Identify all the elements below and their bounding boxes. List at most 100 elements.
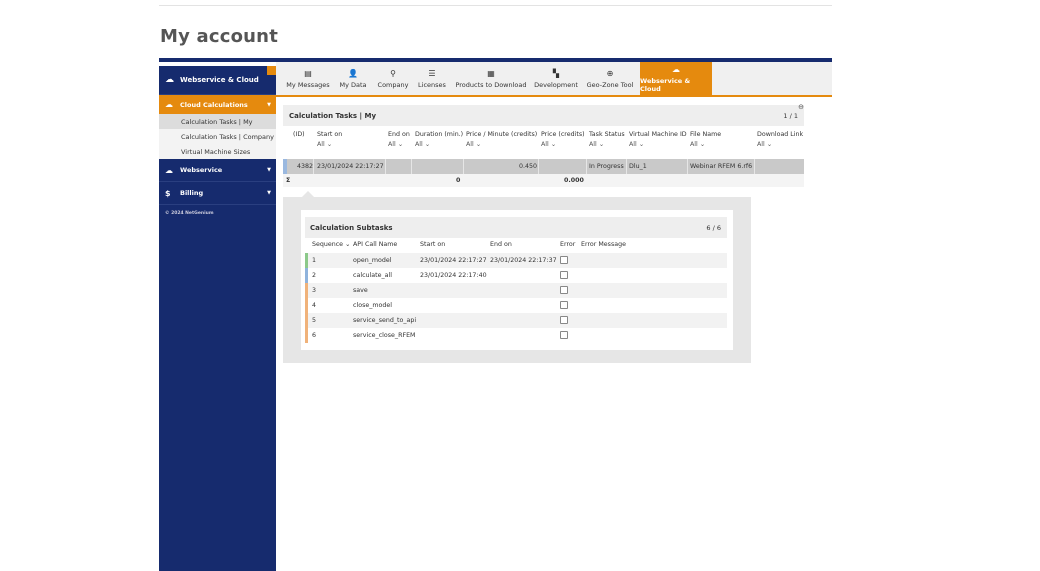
filter-dropdown[interactable]: All ⌄ bbox=[690, 141, 721, 148]
sidebar-subitem-vm-sizes[interactable]: Virtual Machine Sizes bbox=[159, 144, 276, 159]
col-vm-id[interactable]: Virtual Machine ID All ⌄ bbox=[629, 131, 687, 148]
subtasks-count: 6 / 6 bbox=[706, 224, 721, 232]
tab-underline bbox=[276, 95, 832, 97]
col-end-on[interactable]: End on All ⌄ bbox=[388, 131, 410, 148]
tab-licenses[interactable]: ☰ Licenses bbox=[416, 62, 448, 95]
cell-file[interactable]: Webinar RFEM 6.rf6 bbox=[690, 163, 752, 170]
tab-company[interactable]: ⚲ Company bbox=[374, 62, 412, 95]
col-sub-start-on[interactable]: Start on bbox=[420, 241, 445, 248]
tab-development[interactable]: ▚ Development bbox=[534, 62, 578, 95]
row-indicator bbox=[283, 159, 287, 174]
person-money-icon: $ bbox=[165, 188, 171, 198]
sum-price: 0.000 bbox=[564, 177, 584, 184]
col-duration[interactable]: Duration (min.) All ⌄ bbox=[415, 131, 463, 148]
calculation-subtasks-panel: Calculation Subtasks 6 / 6 Sequence ⌄ AP… bbox=[301, 210, 733, 350]
col-price-minute[interactable]: Price / Minute (credits) All ⌄ bbox=[466, 131, 537, 148]
cell-id: 4382 bbox=[297, 163, 314, 170]
status-bar-pending bbox=[305, 313, 308, 328]
sidebar-subitem-tasks-company[interactable]: Calculation Tasks | Company bbox=[159, 129, 276, 144]
sidebar-item-webservice[interactable]: ☁ Webservice ▼ bbox=[159, 159, 276, 182]
col-error-message[interactable]: Error Message bbox=[581, 241, 626, 248]
sidebar-item-label: Cloud Calculations bbox=[180, 100, 248, 109]
corner-marker bbox=[267, 66, 276, 75]
table-row[interactable]: 1 open_model 23/01/2024 22:17:27 23/01/2… bbox=[305, 253, 727, 268]
sidebar-item-label: Billing bbox=[180, 189, 204, 197]
col-api-call-name[interactable]: API Call Name bbox=[353, 241, 397, 248]
status-bar-running bbox=[305, 268, 308, 283]
filter-dropdown[interactable]: All ⌄ bbox=[589, 141, 625, 148]
link-icon[interactable]: ⊖ bbox=[798, 103, 804, 111]
status-bar-pending bbox=[305, 328, 308, 343]
sidebar-main-label: Webservice & Cloud bbox=[180, 76, 259, 84]
tasks-count: 1 / 1 bbox=[783, 112, 798, 120]
table-row[interactable]: 4 close_model bbox=[305, 298, 727, 313]
subtasks-title: Calculation Subtasks bbox=[310, 224, 393, 232]
cloud-icon: ☁ bbox=[165, 75, 174, 85]
table-row[interactable]: 6 service_close_RFEM bbox=[305, 328, 727, 343]
messages-icon: ▤ bbox=[304, 68, 312, 78]
error-checkbox[interactable] bbox=[560, 256, 568, 264]
cell-status: In Progress bbox=[589, 163, 624, 170]
page-title: My account bbox=[160, 26, 278, 47]
col-error[interactable]: Error bbox=[560, 241, 575, 248]
error-checkbox[interactable] bbox=[560, 286, 568, 294]
filter-dropdown[interactable]: All ⌄ bbox=[388, 141, 410, 148]
tasks-title: Calculation Tasks | My bbox=[289, 112, 377, 120]
sidebar-subitem-tasks-my[interactable]: Calculation Tasks | My bbox=[159, 114, 276, 129]
table-row[interactable]: 5 service_send_to_api bbox=[305, 313, 727, 328]
location-pin-icon: ⚲ bbox=[390, 68, 396, 78]
globe-icon: ⊕ bbox=[606, 68, 614, 78]
status-bar-done bbox=[305, 253, 308, 268]
tab-my-messages[interactable]: ▤ My Messages bbox=[284, 62, 332, 95]
col-price[interactable]: Price (credits) All ⌄ bbox=[541, 131, 585, 148]
filter-dropdown[interactable]: All ⌄ bbox=[415, 141, 463, 148]
col-id[interactable]: (ID) bbox=[293, 131, 305, 138]
table-row[interactable]: 2 calculate_all 23/01/2024 22:17:40 bbox=[305, 268, 727, 283]
sidebar: ☁ Webservice & Cloud ☁ Cloud Calculation… bbox=[159, 66, 276, 571]
caret-down-icon: ▼ bbox=[267, 190, 271, 196]
person-icon: 👤 bbox=[348, 68, 358, 78]
caret-down-icon: ▼ bbox=[267, 167, 271, 173]
col-sub-end-on[interactable]: End on bbox=[490, 241, 512, 248]
top-divider bbox=[159, 5, 832, 6]
error-checkbox[interactable] bbox=[560, 331, 568, 339]
cloud-icon: ☁ bbox=[165, 165, 173, 175]
col-task-status[interactable]: Task Status All ⌄ bbox=[589, 131, 625, 148]
error-checkbox[interactable] bbox=[560, 271, 568, 279]
col-file-name[interactable]: File Name All ⌄ bbox=[690, 131, 721, 148]
sidebar-main-webservice-cloud[interactable]: ☁ Webservice & Cloud bbox=[159, 66, 276, 95]
table-row[interactable]: 4382 23/01/2024 22:17:27 0.450 In Progre… bbox=[283, 159, 804, 174]
filter-dropdown[interactable]: All ⌄ bbox=[317, 141, 342, 148]
sidebar-submenu: Calculation Tasks | My Calculation Tasks… bbox=[159, 114, 276, 159]
sidebar-item-billing[interactable]: $ Billing ▼ bbox=[159, 182, 276, 205]
tab-products-download[interactable]: ▦ Products to Download bbox=[454, 62, 528, 95]
tab-bar: ▤ My Messages 👤 My Data ⚲ Company ☰ Licenses… bbox=[276, 62, 832, 95]
status-bar-pending bbox=[305, 283, 308, 298]
grid-icon: ▦ bbox=[487, 68, 495, 78]
status-bar-pending bbox=[305, 298, 308, 313]
filter-dropdown[interactable]: All ⌄ bbox=[757, 141, 803, 148]
cloud-icon: ☁ bbox=[672, 64, 680, 74]
caret-down-icon: ▼ bbox=[267, 101, 271, 108]
sidebar-item-label: Webservice bbox=[180, 166, 223, 174]
col-download-link[interactable]: Download Link All ⌄ bbox=[757, 131, 803, 148]
error-checkbox[interactable] bbox=[560, 316, 568, 324]
filter-dropdown[interactable]: All ⌄ bbox=[466, 141, 537, 148]
error-checkbox[interactable] bbox=[560, 301, 568, 309]
filter-dropdown[interactable]: All ⌄ bbox=[541, 141, 585, 148]
tab-geo-zone-tool[interactable]: ⊕ Geo-Zone Tool bbox=[584, 62, 636, 95]
tab-my-data[interactable]: 👤 My Data bbox=[336, 62, 370, 95]
tasks-header: Calculation Tasks | My 1 / 1 ⊖ bbox=[283, 103, 804, 126]
calculation-tasks-panel: Calculation Tasks | My 1 / 1 ⊖ (ID) Star… bbox=[283, 103, 804, 187]
sidebar-item-cloud-calculations[interactable]: ☁ Cloud Calculations ▼ bbox=[159, 95, 276, 114]
filter-dropdown[interactable]: All ⌄ bbox=[629, 141, 687, 148]
cell-price-minute: 0.450 bbox=[519, 163, 538, 170]
col-start-on[interactable]: Start on All ⌄ bbox=[317, 131, 342, 148]
blocks-icon: ▚ bbox=[552, 68, 560, 78]
cell-start: 23/01/2024 22:17:27 bbox=[317, 163, 384, 170]
tasks-table-header: (ID) Start on All ⌄ End on All ⌄ Duration … bbox=[283, 126, 804, 156]
list-icon: ☰ bbox=[428, 68, 436, 78]
table-row[interactable]: 3 save bbox=[305, 283, 727, 298]
col-sequence[interactable]: Sequence ⌄ bbox=[312, 241, 350, 248]
tab-webservice-cloud[interactable]: ☁ Webservice & Cloud bbox=[640, 62, 712, 95]
